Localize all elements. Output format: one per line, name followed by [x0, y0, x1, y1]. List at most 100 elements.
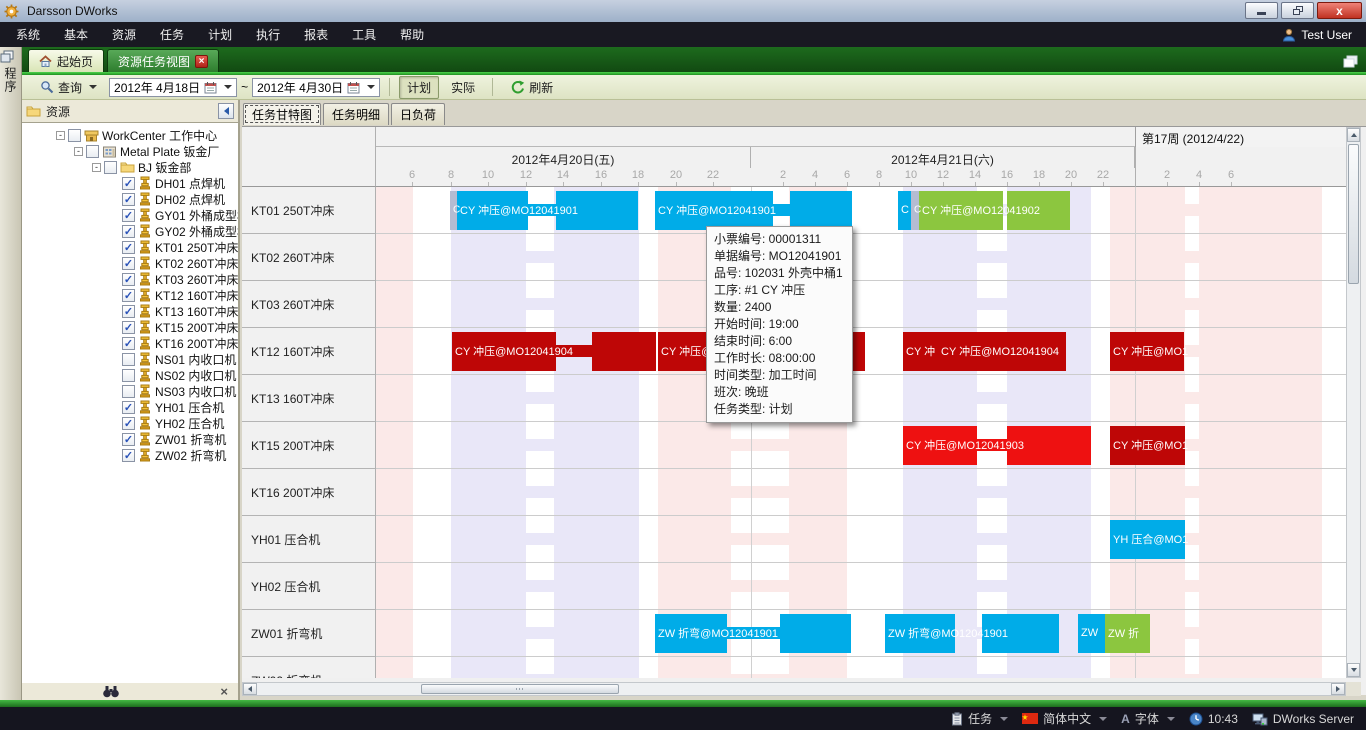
view-tab-1[interactable]: 任务明细: [323, 103, 389, 125]
tree-checkbox[interactable]: ✓: [122, 241, 135, 254]
tree-checkbox[interactable]: ✓: [122, 273, 135, 286]
menu-item-1[interactable]: 基本: [52, 22, 100, 47]
tree-item-label: NS03 内收口机: [155, 383, 236, 400]
minimize-button[interactable]: [1245, 2, 1278, 19]
tree-item[interactable]: NS01 内收口机: [22, 351, 238, 367]
menu-item-3[interactable]: 任务: [148, 22, 196, 47]
status-dropdown-arrow-icon[interactable]: [1167, 717, 1175, 721]
query-dropdown-arrow-icon[interactable]: [89, 85, 97, 89]
binoculars-icon[interactable]: [102, 685, 120, 698]
date-from-field[interactable]: 2012年 4月18日: [109, 78, 237, 97]
tree-checkbox[interactable]: ✓: [122, 337, 135, 350]
tree-checkbox[interactable]: ✓: [122, 305, 135, 318]
date-from-dropdown-arrow-icon[interactable]: [224, 85, 232, 89]
tree-item[interactable]: ✓KT15 200T冲床: [22, 319, 238, 335]
tree-checkbox[interactable]: ✓: [122, 321, 135, 334]
horizontal-scrollbar[interactable]: [242, 682, 1346, 696]
tree-checkbox[interactable]: ✓: [122, 257, 135, 270]
tree-checkbox[interactable]: ✓: [122, 289, 135, 302]
vertical-scroll-thumb[interactable]: [1348, 144, 1359, 284]
actual-toggle-button[interactable]: 实际: [443, 76, 483, 99]
tree-checkbox[interactable]: [104, 161, 117, 174]
query-button[interactable]: 查询: [32, 76, 105, 99]
task-bar[interactable]: [790, 191, 852, 230]
tree-item[interactable]: ✓KT01 250T冲床: [22, 239, 238, 255]
date-to-field[interactable]: 2012年 4月30日: [252, 78, 380, 97]
tree-item[interactable]: ✓KT12 160T冲床: [22, 287, 238, 303]
tree-checkbox[interactable]: ✓: [122, 193, 135, 206]
status-dropdown-arrow-icon[interactable]: [1000, 717, 1008, 721]
menu-item-2[interactable]: 资源: [100, 22, 148, 47]
tab-home[interactable]: 起始页: [28, 49, 104, 72]
tab-resource-task-view[interactable]: 资源任务视图×: [107, 49, 219, 72]
tree-item[interactable]: ✓YH02 压合机: [22, 415, 238, 431]
status-item-2[interactable]: A字体: [1121, 710, 1175, 727]
status-item-0[interactable]: 任务: [951, 710, 1008, 727]
scroll-up-button[interactable]: [1347, 128, 1360, 142]
tree-item[interactable]: ✓DH01 点焊机: [22, 175, 238, 191]
tree-item[interactable]: NS03 内收口机: [22, 383, 238, 399]
gantt-hour-tick: 18: [1033, 169, 1045, 181]
tree-checkbox[interactable]: ✓: [122, 177, 135, 190]
date-to-dropdown-arrow-icon[interactable]: [367, 85, 375, 89]
side-panel-strip[interactable]: 程序: [0, 47, 22, 700]
tree-item[interactable]: ✓KT13 160T冲床: [22, 303, 238, 319]
tree-item[interactable]: ✓ZW01 折弯机: [22, 431, 238, 447]
tree-checkbox[interactable]: [122, 385, 135, 398]
tree-checkbox[interactable]: [122, 353, 135, 366]
scroll-down-button[interactable]: [1347, 663, 1360, 677]
tree-item[interactable]: NS02 内收口机: [22, 367, 238, 383]
scroll-left-button[interactable]: [243, 683, 257, 695]
horizontal-scroll-thumb[interactable]: [421, 684, 619, 694]
menu-item-6[interactable]: 报表: [292, 22, 340, 47]
tree-expander-icon[interactable]: -: [92, 163, 101, 172]
tree-item[interactable]: ✓ KT02 260T冲床: [22, 255, 238, 271]
tree-item[interactable]: ✓ZW02 折弯机: [22, 447, 238, 463]
clear-filter-icon[interactable]: ×: [220, 684, 228, 699]
tree-checkbox[interactable]: ✓: [122, 225, 135, 238]
tree-item[interactable]: ✓YH01 压合机: [22, 399, 238, 415]
tree-expander-icon[interactable]: -: [74, 147, 83, 156]
tree-checkbox[interactable]: [122, 369, 135, 382]
task-bar[interactable]: [592, 332, 656, 371]
tree-item[interactable]: ✓KT03 260T冲床: [22, 271, 238, 287]
view-tab-0[interactable]: 任务甘特图: [243, 103, 321, 125]
task-bar[interactable]: [780, 614, 851, 653]
menu-item-4[interactable]: 计划: [196, 22, 244, 47]
vertical-scrollbar[interactable]: [1346, 127, 1361, 678]
scroll-right-button[interactable]: [1331, 683, 1345, 695]
tree-expander-icon[interactable]: -: [56, 131, 65, 140]
tree-checkbox[interactable]: ✓: [122, 209, 135, 222]
restore-button[interactable]: [1281, 2, 1314, 19]
view-tab-2[interactable]: 日负荷: [391, 103, 445, 125]
tree-item-label: KT02 260T冲床: [155, 255, 238, 272]
tree-item[interactable]: -BJ 钣金部: [22, 159, 238, 175]
plan-toggle-button[interactable]: 计划: [399, 76, 439, 99]
tree-item[interactable]: ✓DH02 点焊机: [22, 191, 238, 207]
status-item-1[interactable]: 简体中文: [1022, 710, 1107, 727]
menu-item-7[interactable]: 工具: [340, 22, 388, 47]
close-button[interactable]: x: [1317, 2, 1362, 19]
menu-item-0[interactable]: 系统: [4, 22, 52, 47]
tree-checkbox[interactable]: ✓: [122, 433, 135, 446]
tree-item[interactable]: ✓KT16 200T冲床: [22, 335, 238, 351]
refresh-button[interactable]: 刷新: [502, 76, 561, 99]
tree-item[interactable]: -Metal Plate 钣金厂: [22, 143, 238, 159]
tree-item[interactable]: -WorkCenter 工作中心: [22, 127, 238, 143]
menu-item-8[interactable]: 帮助: [388, 22, 436, 47]
tree-checkbox[interactable]: ✓: [122, 401, 135, 414]
tree-checkbox[interactable]: ✓: [122, 449, 135, 462]
tree-checkbox[interactable]: [86, 145, 99, 158]
status-item-3[interactable]: 10:43: [1189, 712, 1238, 726]
tree-item[interactable]: ✓GY01 外桶成型机: [22, 207, 238, 223]
collapse-panel-button[interactable]: [218, 103, 234, 119]
menu-item-5[interactable]: 执行: [244, 22, 292, 47]
status-dropdown-arrow-icon[interactable]: [1099, 717, 1107, 721]
tree-item[interactable]: ✓GY02 外桶成型机: [22, 223, 238, 239]
tree-checkbox[interactable]: ✓: [122, 417, 135, 430]
tree-checkbox[interactable]: [68, 129, 81, 142]
status-item-4[interactable]: DWorks Server: [1252, 712, 1354, 726]
tab-close-icon[interactable]: ×: [195, 55, 208, 68]
cascade-windows-icon[interactable]: [1343, 55, 1358, 68]
gantt-tick-mark: [676, 182, 677, 186]
